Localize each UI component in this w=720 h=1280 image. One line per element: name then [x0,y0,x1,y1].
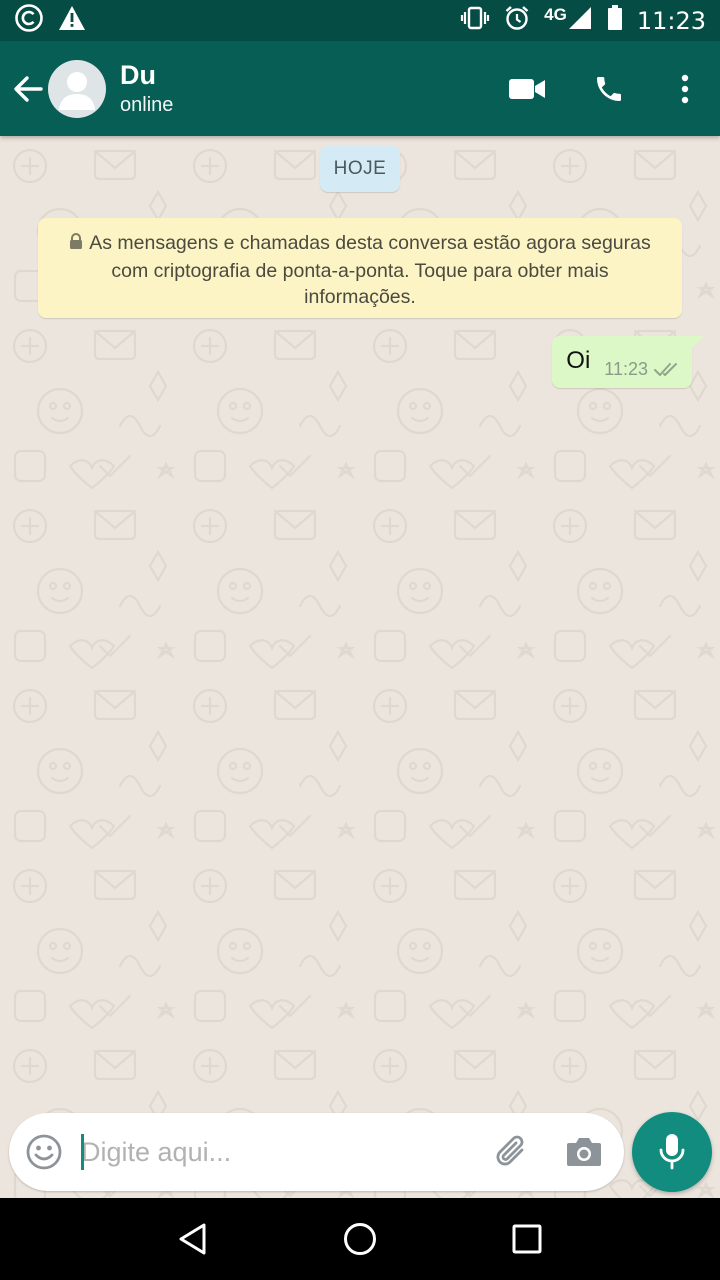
chat-area[interactable]: HOJE As mensagens e chamadas desta conve… [0,136,720,1198]
message-text: Oi [566,347,591,374]
vibrate-icon [460,6,490,35]
nav-recents-button[interactable] [487,1204,567,1274]
nav-home-button[interactable] [320,1204,400,1274]
double-check-icon [654,362,677,376]
nav-back-icon [179,1223,206,1255]
voice-call-button[interactable] [568,59,650,119]
camera-icon [567,1138,601,1166]
status-time: 11:23 [636,6,706,35]
alarm-icon [504,5,530,36]
video-call-icon [509,78,545,99]
warning-icon [58,5,86,36]
nav-home-icon [343,1223,376,1255]
contact-status: online [120,93,174,116]
camera-button[interactable] [548,1113,620,1191]
contact-info[interactable]: Du online [120,59,486,119]
date-chip: HOJE [320,146,400,192]
emoji-button[interactable] [9,1113,79,1191]
chat-header: Du online [0,41,720,136]
message-input[interactable] [79,1136,476,1168]
encryption-notice-text: As mensagens e chamadas desta conversa e… [89,232,651,308]
encryption-notice[interactable]: As mensagens e chamadas desta conversa e… [38,218,682,318]
message-composer [9,1113,624,1191]
video-call-button[interactable] [486,59,568,119]
phone-icon [597,76,621,101]
more-vert-icon [681,74,689,103]
microphone-icon [659,1134,685,1170]
system-nav-bar [0,1198,720,1280]
emoji-icon [26,1134,62,1170]
lock-icon [69,231,83,258]
signal-icon [567,5,593,36]
attach-button[interactable] [476,1113,548,1191]
more-options-button[interactable] [650,59,720,119]
contact-name: Du [120,59,156,90]
nav-recents-icon [512,1224,542,1254]
back-arrow-icon [14,75,43,102]
status-bar: 4G 11:23 [0,0,720,41]
back-button[interactable] [4,59,52,119]
avatar[interactable] [48,59,106,118]
message-time: 11:23 [604,359,648,379]
paperclip-icon [496,1135,524,1166]
default-avatar-icon [59,71,95,110]
outgoing-message[interactable]: Oi 11:23 [552,336,704,388]
battery-icon [607,5,623,36]
voice-message-button[interactable] [632,1112,712,1192]
text-caret [81,1134,84,1170]
copyright-icon [14,3,44,38]
network-type: 4G [544,4,567,24]
nav-back-button[interactable] [153,1204,233,1274]
